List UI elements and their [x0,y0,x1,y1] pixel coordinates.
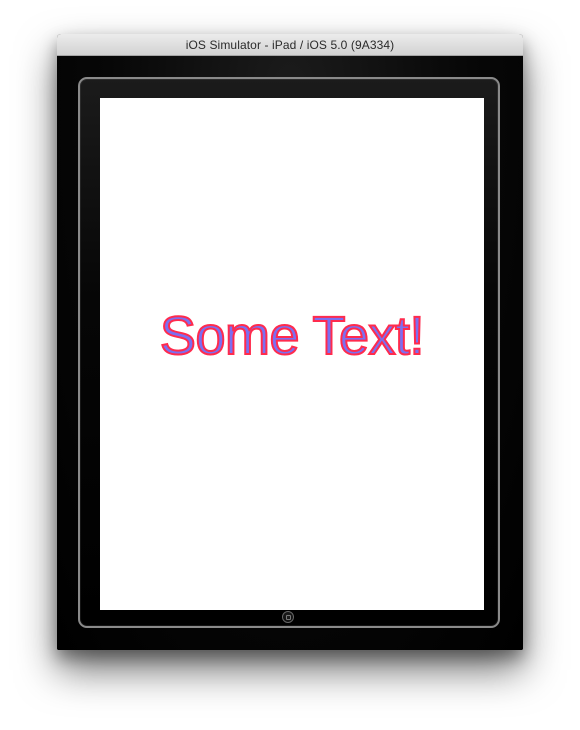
window-title: iOS Simulator - iPad / iOS 5.0 (9A334) [185,37,395,52]
ipad-device-frame: Some Text! [57,56,523,650]
home-button-icon [285,614,291,620]
simulator-window: iOS Simulator - iPad / iOS 5.0 (9A334) S… [57,34,523,650]
ipad-bezel: Some Text! [78,77,500,628]
home-button[interactable] [282,611,294,623]
window-titlebar[interactable]: iOS Simulator - iPad / iOS 5.0 (9A334) [57,34,523,56]
ipad-screen[interactable]: Some Text! [100,98,484,610]
screen-label: Some Text! [159,306,426,366]
